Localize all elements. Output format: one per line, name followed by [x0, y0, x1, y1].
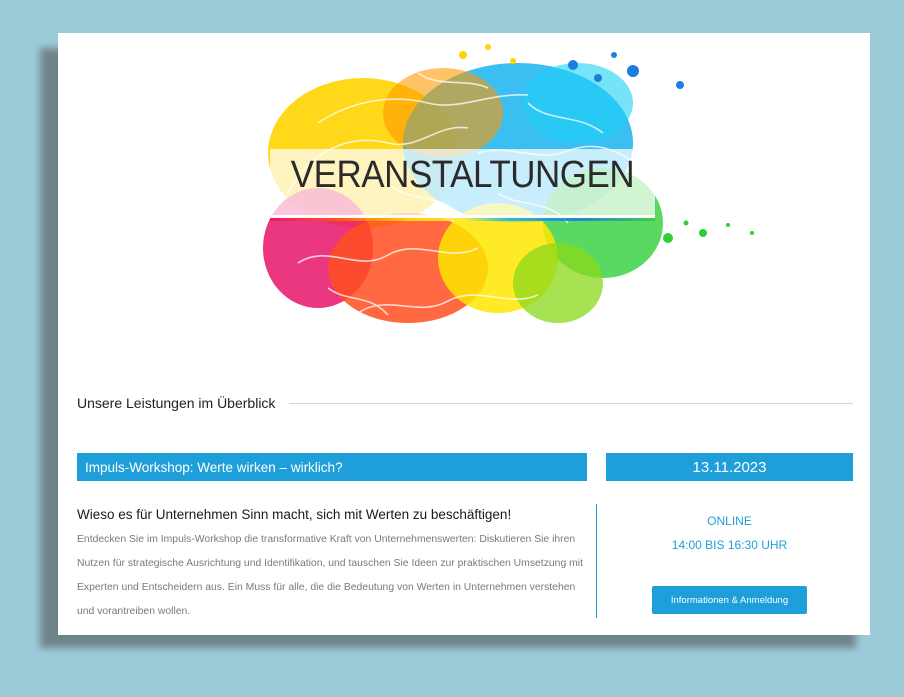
event-column-divider	[596, 504, 597, 618]
event-date: 13.11.2023	[606, 453, 853, 481]
event-card: VERANSTALTUNGEN Unsere Leistungen im Übe…	[58, 33, 870, 635]
overview-divider	[289, 402, 853, 404]
event-time: 14:00 BIS 16:30 UHR	[671, 538, 788, 552]
overview-label: Unsere Leistungen im Überblick	[77, 395, 276, 411]
event-heading: Wieso es für Unternehmen Sinn macht, sic…	[77, 507, 512, 522]
hero-banner: VERANSTALTUNGEN	[58, 33, 870, 353]
event-mode: ONLINE	[707, 514, 752, 528]
hero-title: VERANSTALTUNGEN	[290, 154, 635, 196]
info-registration-button[interactable]: Informationen & Anmeldung	[652, 586, 807, 614]
overview-section-header: Unsere Leistungen im Überblick	[77, 393, 853, 413]
event-description: Entdecken Sie im Impuls-Workshop die tra…	[77, 534, 583, 617]
event-title: Impuls-Workshop: Werte wirken – wirklich…	[77, 453, 587, 481]
